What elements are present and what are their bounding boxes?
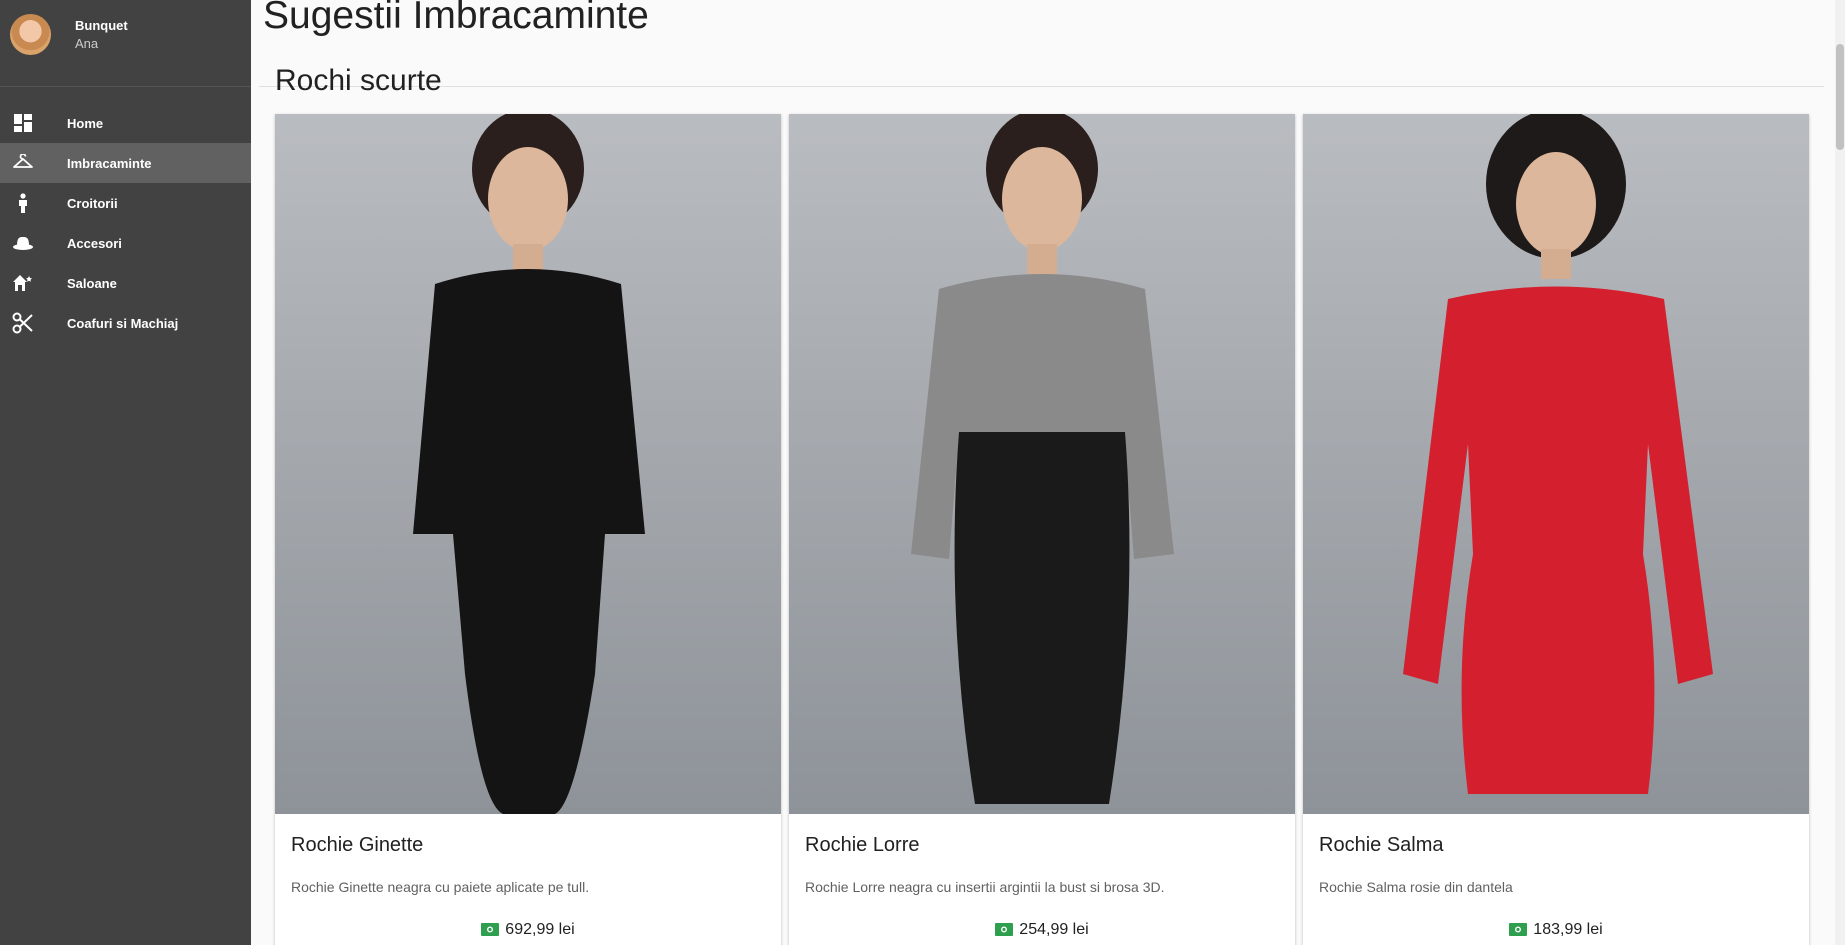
sidebar: Bunquet Ana Home Imbracaminte Croitorii	[0, 0, 251, 945]
dress-shape	[954, 432, 1130, 804]
house-icon	[12, 273, 34, 293]
dashboard-icon	[12, 113, 34, 133]
sidebar-item-home[interactable]: Home	[0, 103, 251, 143]
price-value: 183,99 lei	[1533, 921, 1603, 938]
money-icon	[995, 923, 1014, 941]
sidebar-item-label: Coafuri si Machiaj	[67, 315, 179, 331]
price-value: 254,99 lei	[1019, 921, 1089, 938]
scrollbar-thumb[interactable]	[1836, 44, 1844, 150]
product-description: Rochie Lorre neagra cu insertii argintii…	[805, 879, 1165, 895]
sidebar-item-croitorii[interactable]: Croitorii	[0, 183, 251, 223]
sidebar-nav: Home Imbracaminte Croitorii Accesori Sal…	[0, 103, 251, 343]
product-card[interactable]: Rochie Lorre Rochie Lorre neagra cu inse…	[789, 114, 1295, 945]
divider	[259, 86, 1824, 87]
product-card[interactable]: Rochie Salma Rochie Salma rosie din dant…	[1303, 114, 1809, 945]
scissors-icon	[12, 312, 34, 334]
sidebar-item-saloane[interactable]: Saloane	[0, 263, 251, 303]
money-icon	[1509, 923, 1528, 941]
product-price: 692,99 lei	[275, 921, 781, 941]
scrollbar[interactable]	[1835, 0, 1845, 945]
product-image[interactable]	[789, 114, 1295, 814]
page-title: Sugestii Imbracaminte	[263, 0, 649, 37]
product-image[interactable]	[275, 114, 781, 814]
product-title[interactable]: Rochie Lorre	[805, 834, 920, 857]
product-title[interactable]: Rochie Salma	[1319, 834, 1444, 857]
sidebar-item-label: Accesori	[67, 235, 122, 251]
sidebar-item-imbracaminte[interactable]: Imbracaminte	[0, 143, 251, 183]
dress-shape	[1403, 286, 1713, 794]
avatar[interactable]	[10, 14, 51, 55]
price-value: 692,99 lei	[505, 921, 575, 938]
sidebar-item-coafuri-si-machiaj[interactable]: Coafuri si Machiaj	[0, 303, 251, 343]
product-price: 183,99 lei	[1303, 921, 1809, 941]
section-title: Rochi scurte	[275, 64, 442, 97]
hat-icon	[12, 233, 34, 253]
sidebar-item-label: Croitorii	[67, 195, 118, 211]
product-card[interactable]: Rochie Ginette Rochie Ginette neagra cu …	[275, 114, 781, 945]
person-icon	[12, 193, 34, 213]
dress-shape	[413, 269, 645, 814]
user-last-name: Ana	[75, 36, 99, 51]
sidebar-item-accesori[interactable]: Accesori	[0, 223, 251, 263]
money-icon	[481, 923, 500, 941]
sidebar-item-label: Saloane	[67, 275, 117, 291]
product-price: 254,99 lei	[789, 921, 1295, 941]
product-image[interactable]	[1303, 114, 1809, 814]
hanger-icon	[12, 153, 34, 173]
main-content: Sugestii Imbracaminte Rochi scurte Rochi…	[251, 0, 1845, 945]
user-profile[interactable]: Bunquet Ana	[0, 0, 251, 87]
product-title[interactable]: Rochie Ginette	[291, 834, 423, 857]
user-first-name: Bunquet	[75, 18, 128, 33]
sidebar-item-label: Home	[67, 115, 104, 131]
product-cards: Rochie Ginette Rochie Ginette neagra cu …	[275, 114, 1809, 945]
product-description: Rochie Ginette neagra cu paiete aplicate…	[291, 879, 590, 895]
product-description: Rochie Salma rosie din dantela	[1319, 879, 1513, 895]
sidebar-item-label: Imbracaminte	[67, 155, 152, 171]
